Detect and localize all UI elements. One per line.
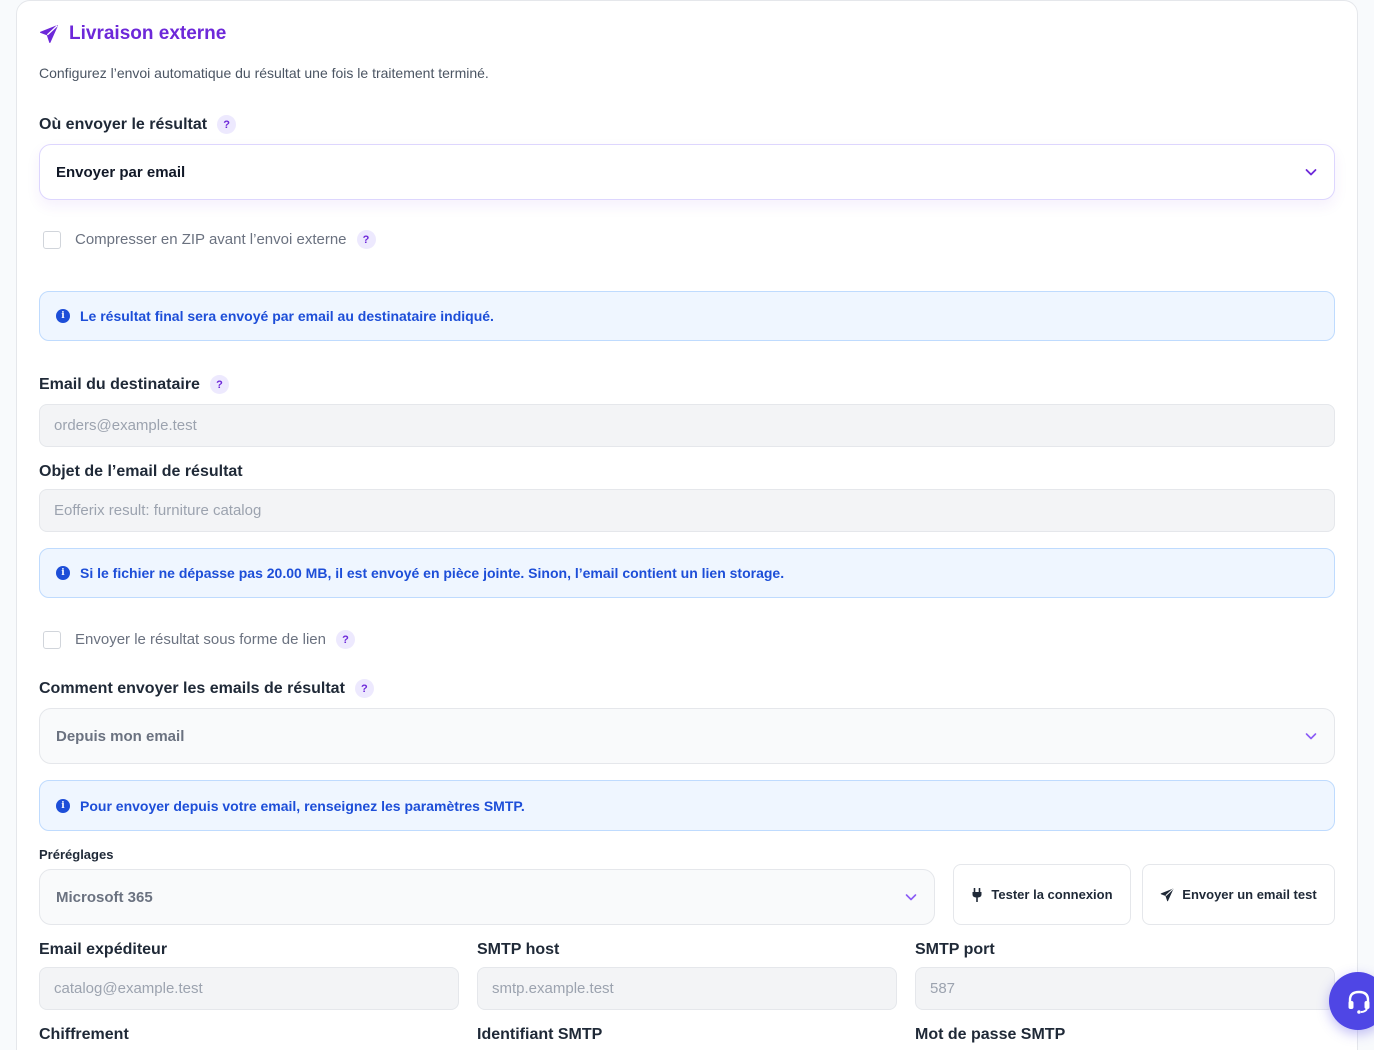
info-smtp-banner: i Pour envoyer depuis votre email, rense… [39, 780, 1335, 831]
smtp-host-placeholder: smtp.example.test [492, 980, 614, 997]
zip-label: Compresser en ZIP avant l’envoi externe [75, 231, 347, 248]
send-method-label: Comment envoyer les emails de résultat ? [39, 679, 374, 698]
subject-placeholder: Eofferix result: furniture catalog [54, 502, 262, 519]
info-attachment-text: Si le fichier ne dépasse pas 20.00 MB, i… [80, 565, 785, 581]
send-link-checkbox[interactable] [43, 630, 61, 649]
smtp-port-label-text: SMTP port [915, 941, 995, 958]
encryption-label-text: Chiffrement [39, 1026, 129, 1043]
external-delivery-card: Livraison externe Configurez l’envoi aut… [16, 0, 1358, 1050]
paper-plane-icon [39, 24, 59, 44]
recipient-email-input[interactable]: orders@example.test [39, 404, 1335, 447]
help-icon[interactable]: ? [356, 230, 376, 249]
send-link-option: Envoyer le résultat sous forme de lien ? [43, 630, 355, 649]
section-title: Livraison externe [69, 23, 227, 44]
info-icon: i [56, 798, 70, 813]
info-icon: i [56, 566, 70, 580]
smtp-host-label-text: SMTP host [477, 941, 560, 958]
destination-label-text: Où envoyer le résultat [39, 115, 208, 133]
headset-icon [1348, 990, 1370, 1014]
info-attachment-banner: i Si le fichier ne dépasse pas 20.00 MB,… [39, 548, 1335, 598]
smtp-port-placeholder: 587 [930, 980, 956, 997]
section-header: Livraison externe [39, 23, 226, 45]
recipient-label: Email du destinataire ? [39, 375, 229, 394]
zip-checkbox[interactable] [43, 230, 61, 249]
smtp-username-label: Identifiant SMTP [477, 1026, 602, 1044]
destination-label: Où envoyer le résultat ? [39, 115, 237, 134]
help-icon[interactable]: ? [209, 375, 229, 394]
smtp-port-input[interactable]: 587 [915, 967, 1335, 1010]
sender-email-label-text: Email expéditeur [39, 941, 168, 958]
send-test-email-label: Envoyer un email test [1182, 887, 1317, 902]
destination-select[interactable]: Envoyer par email [39, 144, 1335, 200]
paper-plane-icon [1161, 888, 1174, 901]
help-icon[interactable]: ? [217, 115, 237, 134]
presets-label: Préréglages [39, 847, 113, 862]
presets-select-value: Microsoft 365 [56, 888, 153, 906]
smtp-password-label-text: Mot de passe SMTP [915, 1026, 1066, 1043]
smtp-host-input[interactable]: smtp.example.test [477, 967, 897, 1010]
sender-email-label: Email expéditeur [39, 941, 167, 959]
destination-select-value: Envoyer par email [56, 163, 186, 181]
recipient-placeholder: orders@example.test [54, 417, 197, 434]
info-email-text: Le résultat final sera envoyé par email … [80, 308, 494, 324]
section-subtitle: Configurez l’envoi automatique du résult… [39, 65, 489, 81]
presets-label-text: Préréglages [39, 847, 114, 862]
plug-icon [972, 887, 982, 902]
send-method-select-value: Depuis mon email [56, 727, 185, 745]
info-icon: i [56, 309, 70, 323]
subject-label: Objet de l’email de résultat [39, 463, 243, 481]
smtp-port-label: SMTP port [915, 941, 995, 959]
subject-label-text: Objet de l’email de résultat [39, 463, 243, 480]
recipient-label-text: Email du destinataire [39, 375, 200, 393]
send-test-email-button[interactable]: Envoyer un email test [1142, 864, 1335, 925]
sender-email-input[interactable]: catalog@example.test [39, 967, 459, 1010]
smtp-host-label: SMTP host [477, 941, 559, 959]
info-email-banner: i Le résultat final sera envoyé par emai… [39, 291, 1335, 341]
send-method-label-text: Comment envoyer les emails de résultat [39, 679, 345, 697]
encryption-label: Chiffrement [39, 1026, 129, 1044]
smtp-password-label: Mot de passe SMTP [915, 1026, 1065, 1044]
info-smtp-text: Pour envoyer depuis votre email, renseig… [80, 797, 525, 814]
smtp-username-label-text: Identifiant SMTP [477, 1026, 603, 1043]
sender-email-placeholder: catalog@example.test [54, 980, 203, 997]
chevron-down-icon [1305, 169, 1317, 176]
zip-option: Compresser en ZIP avant l’envoi externe … [43, 230, 376, 249]
presets-select[interactable]: Microsoft 365 [39, 869, 935, 925]
help-icon[interactable]: ? [335, 630, 355, 649]
subject-input[interactable]: Eofferix result: furniture catalog [39, 489, 1335, 532]
test-connection-label: Tester la connexion [991, 887, 1113, 902]
help-icon[interactable]: ? [354, 679, 374, 698]
send-link-label: Envoyer le résultat sous forme de lien [75, 631, 326, 648]
chevron-down-icon [905, 894, 917, 901]
chevron-down-icon [1305, 733, 1317, 740]
send-method-select[interactable]: Depuis mon email [39, 708, 1335, 764]
test-connection-button[interactable]: Tester la connexion [953, 864, 1131, 925]
